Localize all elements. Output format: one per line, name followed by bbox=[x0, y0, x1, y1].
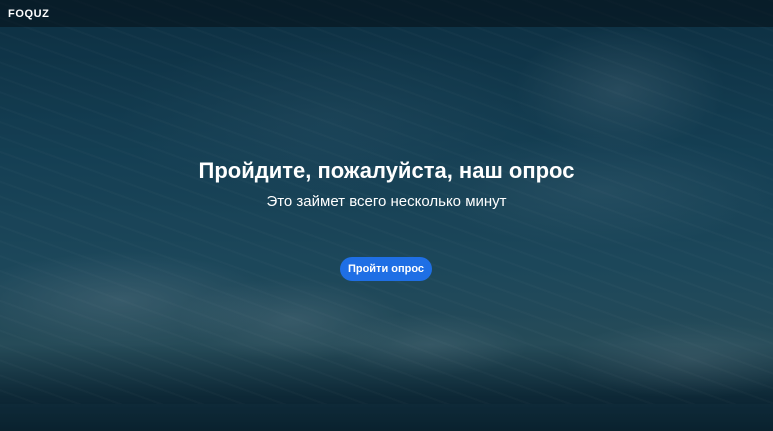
survey-start-page: FOQUZ Пройдите, пожалуйста, наш опрос Эт… bbox=[0, 0, 773, 431]
start-survey-button[interactable]: Пройти опрос bbox=[340, 257, 432, 281]
page-title: Пройдите, пожалуйста, наш опрос bbox=[198, 158, 575, 183]
top-bar: FOQUZ bbox=[0, 0, 773, 27]
background-overlay bbox=[0, 0, 773, 431]
hero-section: Пройдите, пожалуйста, наш опрос Это займ… bbox=[0, 156, 773, 212]
foquz-logo: FOQUZ bbox=[8, 7, 50, 20]
page-subtitle: Это займет всего несколько минут bbox=[266, 193, 507, 210]
